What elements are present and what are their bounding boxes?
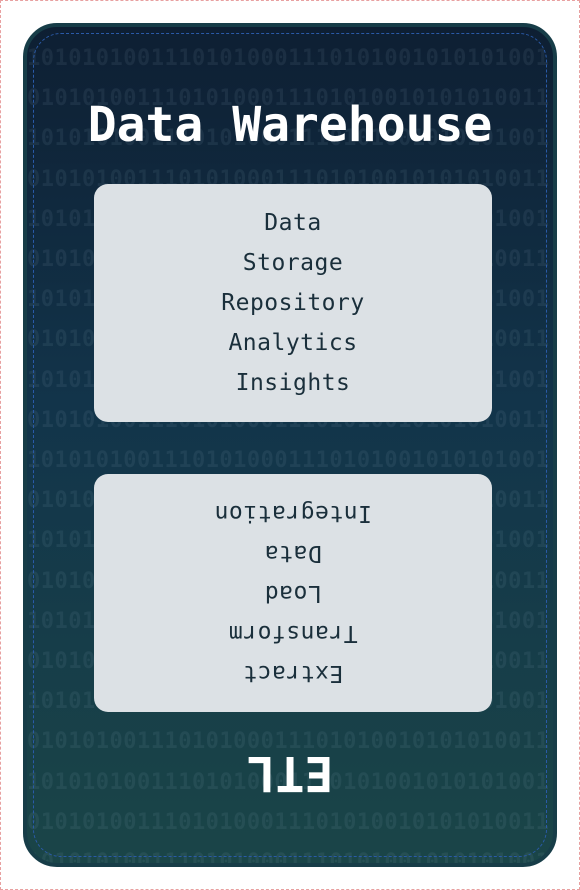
binary-line: 10101010011101010001110101001010101001 [27, 46, 550, 71]
top-word: Repository [221, 290, 365, 316]
bottom-word: Load [264, 580, 322, 606]
top-word: Storage [242, 250, 344, 276]
top-word: Data [264, 210, 322, 236]
top-word: Insights [235, 370, 351, 396]
top-word-panel: Data Storage Repository Analytics Insigh… [94, 184, 492, 422]
binary-line: 10101010011101010001110101001010101001 [27, 850, 550, 867]
bottom-word: Data [264, 540, 322, 566]
card-title: Data Warehouse [87, 97, 493, 153]
bottom-word: Extract [242, 660, 344, 686]
binary-background: 10101010011101010001110101001010101001 0… [27, 39, 553, 867]
bottom-word: Transform [228, 620, 358, 646]
bottom-word-panel: Extract Transform Load Data Integration [94, 474, 492, 712]
game-card[interactable]: 10101010011101010001110101001010101001 0… [23, 23, 557, 867]
bottom-word: Integration [214, 500, 372, 526]
bottom-title: ETL [246, 745, 334, 801]
binary-line: 01010100111010100011101010010101010011 [27, 809, 550, 835]
top-word: Analytics [228, 330, 358, 356]
